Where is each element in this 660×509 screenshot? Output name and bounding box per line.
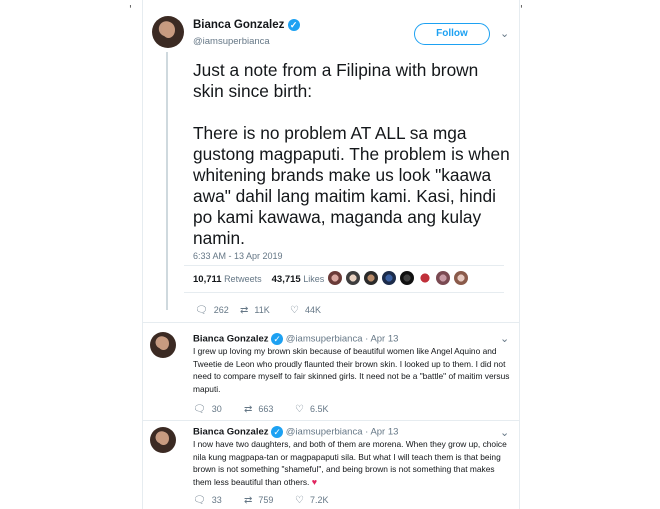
author-name-text[interactable]: Bianca Gonzalez (193, 19, 284, 31)
reply-button[interactable]: 🗨 33 (193, 495, 222, 506)
reply-count: 30 (211, 404, 222, 414)
retweet-button[interactable]: ⇄ 663 (244, 404, 273, 415)
retweet-button[interactable]: ⇄ 11K (240, 305, 270, 316)
tweet-timestamp[interactable]: 6:33 AM - 13 Apr 2019 (193, 251, 283, 261)
retweets-stat[interactable]: 10,711 Retweets (193, 274, 264, 285)
avatar[interactable] (152, 16, 184, 48)
reply-count: 33 (211, 495, 222, 505)
reply-text-content: I now have two daughters, and both of th… (193, 439, 507, 487)
dot-separator: · (365, 333, 369, 345)
reply-text: I now have two daughters, and both of th… (193, 438, 511, 488)
retweet-count: 663 (258, 404, 274, 414)
likes-stat[interactable]: 43,715 Likes (271, 274, 325, 285)
corner-mark-right: ' (520, 4, 523, 15)
like-button[interactable]: ♡ 44K (290, 305, 321, 316)
dot-separator: · (365, 426, 369, 438)
reply-author-name[interactable]: Bianca Gonzalez (193, 427, 269, 438)
divider (184, 292, 504, 293)
liker-avatar[interactable] (436, 271, 450, 285)
liker-avatar[interactable] (400, 271, 414, 285)
reply-button[interactable]: 🗨 262 (195, 305, 229, 316)
retweet-button[interactable]: ⇄ 759 (244, 495, 273, 506)
retweet-count: 11K (254, 305, 270, 315)
divider (143, 322, 519, 323)
tweet-text: Just a note from a Filipina with brown s… (193, 60, 510, 248)
retweet-icon: ⇄ (244, 404, 253, 415)
retweet-icon: ⇄ (240, 305, 249, 316)
reply-header: Bianca Gonzalez ✓ @iamsuperbianca · Apr … (193, 426, 398, 438)
retweets-label: Retweets (224, 274, 262, 284)
reply-author-name[interactable]: Bianca Gonzalez (193, 334, 269, 345)
heart-icon: ♡ (295, 404, 304, 415)
reply-handle[interactable]: @iamsuperbianca (286, 427, 363, 438)
thread-line (166, 52, 168, 310)
corner-mark-left: ' (129, 4, 132, 15)
reply-text: I grew up loving my brown skin because o… (193, 346, 510, 394)
retweet-icon: ⇄ (244, 495, 253, 506)
retweets-count: 10,711 (193, 274, 222, 285)
liker-avatar[interactable] (382, 271, 396, 285)
like-count: 7.2K (309, 495, 329, 505)
author-handle[interactable]: @iamsuperbianca (193, 36, 270, 47)
divider (184, 265, 504, 266)
verified-badge-icon: ✓ (271, 333, 284, 345)
verified-badge-icon: ✓ (287, 19, 300, 31)
reply-date[interactable]: Apr 13 (370, 427, 398, 438)
reply-date[interactable]: Apr 13 (370, 334, 398, 345)
liker-avatar[interactable] (418, 271, 432, 285)
heart-icon: ♡ (290, 305, 299, 316)
retweet-count: 759 (258, 495, 274, 505)
reply-header: Bianca Gonzalez ✓ @iamsuperbianca · Apr … (193, 333, 398, 345)
chevron-down-icon[interactable]: ⌄ (500, 27, 509, 40)
like-count: 6.5K (309, 404, 329, 414)
red-heart-emoji-icon: ♥ (311, 476, 318, 487)
reply-icon: 🗨 (193, 404, 206, 415)
likes-count: 43,715 (271, 274, 301, 285)
likes-label: Likes (303, 274, 325, 284)
author-name[interactable]: Bianca Gonzalez ✓ (193, 19, 300, 31)
divider (143, 420, 519, 421)
liker-avatar[interactable] (364, 271, 378, 285)
avatar[interactable] (150, 427, 176, 453)
tweet-stats: 10,711 Retweets 43,715 Likes (193, 274, 324, 285)
reply-icon: 🗨 (195, 305, 208, 316)
reply-button[interactable]: 🗨 30 (193, 404, 222, 415)
liker-avatar[interactable] (454, 271, 468, 285)
heart-icon: ♡ (295, 495, 304, 506)
like-button[interactable]: ♡ 7.2K (295, 495, 328, 506)
liker-avatar[interactable] (346, 271, 360, 285)
avatar[interactable] (150, 332, 176, 358)
follow-button[interactable]: Follow (414, 23, 490, 45)
chevron-down-icon[interactable]: ⌄ (500, 332, 509, 345)
like-count: 44K (304, 305, 321, 315)
liker-avatar[interactable] (328, 271, 342, 285)
like-button[interactable]: ♡ 6.5K (295, 404, 328, 415)
reply-handle[interactable]: @iamsuperbianca (286, 334, 363, 345)
verified-badge-icon: ✓ (271, 426, 284, 438)
reply-icon: 🗨 (193, 495, 206, 506)
reply-count: 262 (213, 305, 229, 315)
